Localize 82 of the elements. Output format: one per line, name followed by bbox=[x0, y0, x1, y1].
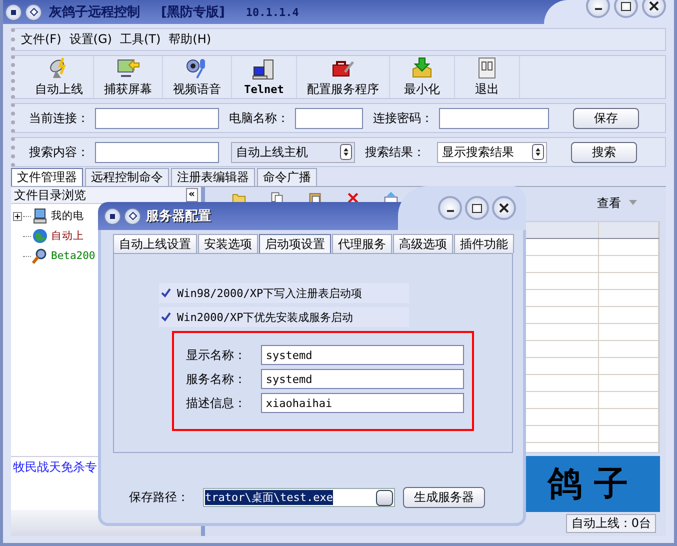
result-dropdown[interactable]: 显示搜索结果 bbox=[437, 142, 547, 162]
checkmark-icon bbox=[160, 288, 170, 298]
menu-item[interactable]: 设置(G) bbox=[69, 31, 112, 48]
scope-dropdown[interactable]: 自动上线主机 bbox=[231, 142, 355, 162]
magnifier-icon bbox=[32, 248, 48, 264]
logo-text: 鸽子 bbox=[548, 463, 640, 506]
computer-icon bbox=[32, 208, 48, 224]
input-field[interactable]: systemd bbox=[260, 369, 464, 389]
notice-text: 牧民战天免杀专 bbox=[13, 460, 97, 474]
save-button[interactable]: 保存 bbox=[573, 108, 639, 128]
tab[interactable]: 插件功能 bbox=[454, 234, 514, 253]
input-field[interactable] bbox=[295, 108, 363, 128]
minimize-button[interactable] bbox=[586, 0, 610, 18]
search-field[interactable] bbox=[95, 142, 219, 162]
menu-item[interactable]: 帮助(H) bbox=[168, 31, 212, 48]
tree-item[interactable]: 自动上 bbox=[51, 229, 84, 243]
toolbar-button[interactable]: 捕获屏幕 bbox=[94, 56, 163, 98]
close-button[interactable] bbox=[642, 0, 666, 18]
tab[interactable]: 远程控制命令 bbox=[85, 168, 169, 186]
tab[interactable]: 高级选项 bbox=[393, 234, 453, 253]
download-box-icon bbox=[410, 56, 434, 80]
toolbar-button[interactable]: 配置服务程序 bbox=[297, 56, 390, 98]
menu-item[interactable]: 文件(F) bbox=[21, 31, 62, 48]
maximize-button[interactable] bbox=[614, 0, 638, 18]
dialog-title: 服务器配置 bbox=[146, 208, 211, 225]
monitor-arrow-icon bbox=[116, 56, 140, 80]
option-checkbox[interactable]: Win2000/XP下优先安装成服务启动 bbox=[159, 307, 409, 327]
field-label: 保存路径： bbox=[129, 489, 190, 506]
field-label: 服务名称： bbox=[186, 370, 247, 388]
menu-item[interactable]: 工具(T) bbox=[120, 31, 161, 48]
tab[interactable]: 启动项设置 bbox=[259, 234, 331, 253]
tab[interactable]: 安装选项 bbox=[198, 234, 258, 253]
close-icon bbox=[649, 1, 659, 11]
expand-icon[interactable] bbox=[13, 212, 22, 220]
roll-up-button[interactable] bbox=[25, 4, 42, 20]
path-field[interactable]: trator\桌面\test.exe bbox=[203, 488, 395, 507]
field-label: 显示名称： bbox=[186, 346, 247, 364]
checkmark-icon bbox=[160, 312, 170, 322]
tree-item[interactable]: 我的电 bbox=[51, 209, 84, 223]
toolbar-button[interactable]: 最小化 bbox=[390, 56, 455, 98]
input-field[interactable]: systemd bbox=[260, 345, 464, 365]
tab[interactable]: 注册表编辑器 bbox=[171, 168, 255, 186]
close-button[interactable] bbox=[492, 196, 516, 220]
generate-button[interactable]: 生成服务器 bbox=[403, 487, 485, 508]
panel-title: 文件目录浏览 bbox=[14, 186, 86, 204]
edition-label: [黑防专版] bbox=[161, 4, 225, 21]
collapse-button[interactable]: « bbox=[186, 188, 198, 202]
spinner-icon[interactable] bbox=[340, 144, 352, 160]
tab[interactable]: 文件管理器 bbox=[11, 168, 83, 186]
field-label: 当前连接： bbox=[29, 110, 89, 126]
version-label: 10.1.1.4 bbox=[246, 6, 299, 18]
field-label: 连接密码： bbox=[373, 110, 433, 126]
tab[interactable]: 代理服务 bbox=[332, 234, 392, 253]
close-icon bbox=[499, 203, 509, 213]
input-field[interactable]: xiaohaihai bbox=[260, 393, 464, 413]
option-checkbox[interactable]: Win98/2000/XP下写入注册表启动项 bbox=[159, 283, 409, 303]
system-menu-button[interactable] bbox=[104, 208, 121, 224]
toolbar-button[interactable]: Telnet bbox=[232, 56, 297, 98]
toolbar-button[interactable]: 视频语音 bbox=[163, 56, 232, 98]
maximize-button[interactable] bbox=[465, 196, 489, 220]
spinner-icon[interactable] bbox=[532, 144, 544, 160]
search-button[interactable]: 搜索 bbox=[571, 142, 637, 162]
field-label: 电脑名称： bbox=[229, 110, 289, 126]
tree-item[interactable]: Beta200 bbox=[51, 250, 96, 262]
field-label: 描述信息： bbox=[186, 394, 247, 412]
status-text: 自动上线：0台 bbox=[566, 514, 656, 533]
tab[interactable]: 自动上线设置 bbox=[113, 234, 197, 253]
field-label: 搜索内容： bbox=[29, 144, 89, 160]
roll-up-button[interactable] bbox=[124, 208, 141, 224]
computer-icon bbox=[252, 58, 276, 82]
minimize-button[interactable] bbox=[438, 196, 462, 220]
input-field[interactable] bbox=[439, 108, 549, 128]
delete-icon[interactable] bbox=[345, 191, 361, 205]
input-field[interactable] bbox=[95, 108, 219, 128]
system-menu-button[interactable] bbox=[5, 4, 22, 20]
view-button[interactable]: 查看 bbox=[593, 191, 625, 216]
window-title: 灰鸽子远程控制 bbox=[49, 4, 140, 21]
globe-icon bbox=[32, 228, 48, 244]
toolbar-button[interactable]: 自动上线 bbox=[25, 56, 94, 98]
toolbar-button[interactable]: 退出 bbox=[455, 56, 520, 98]
field-label: 搜索结果： bbox=[365, 144, 425, 160]
tab[interactable]: 命令广播 bbox=[257, 168, 317, 186]
